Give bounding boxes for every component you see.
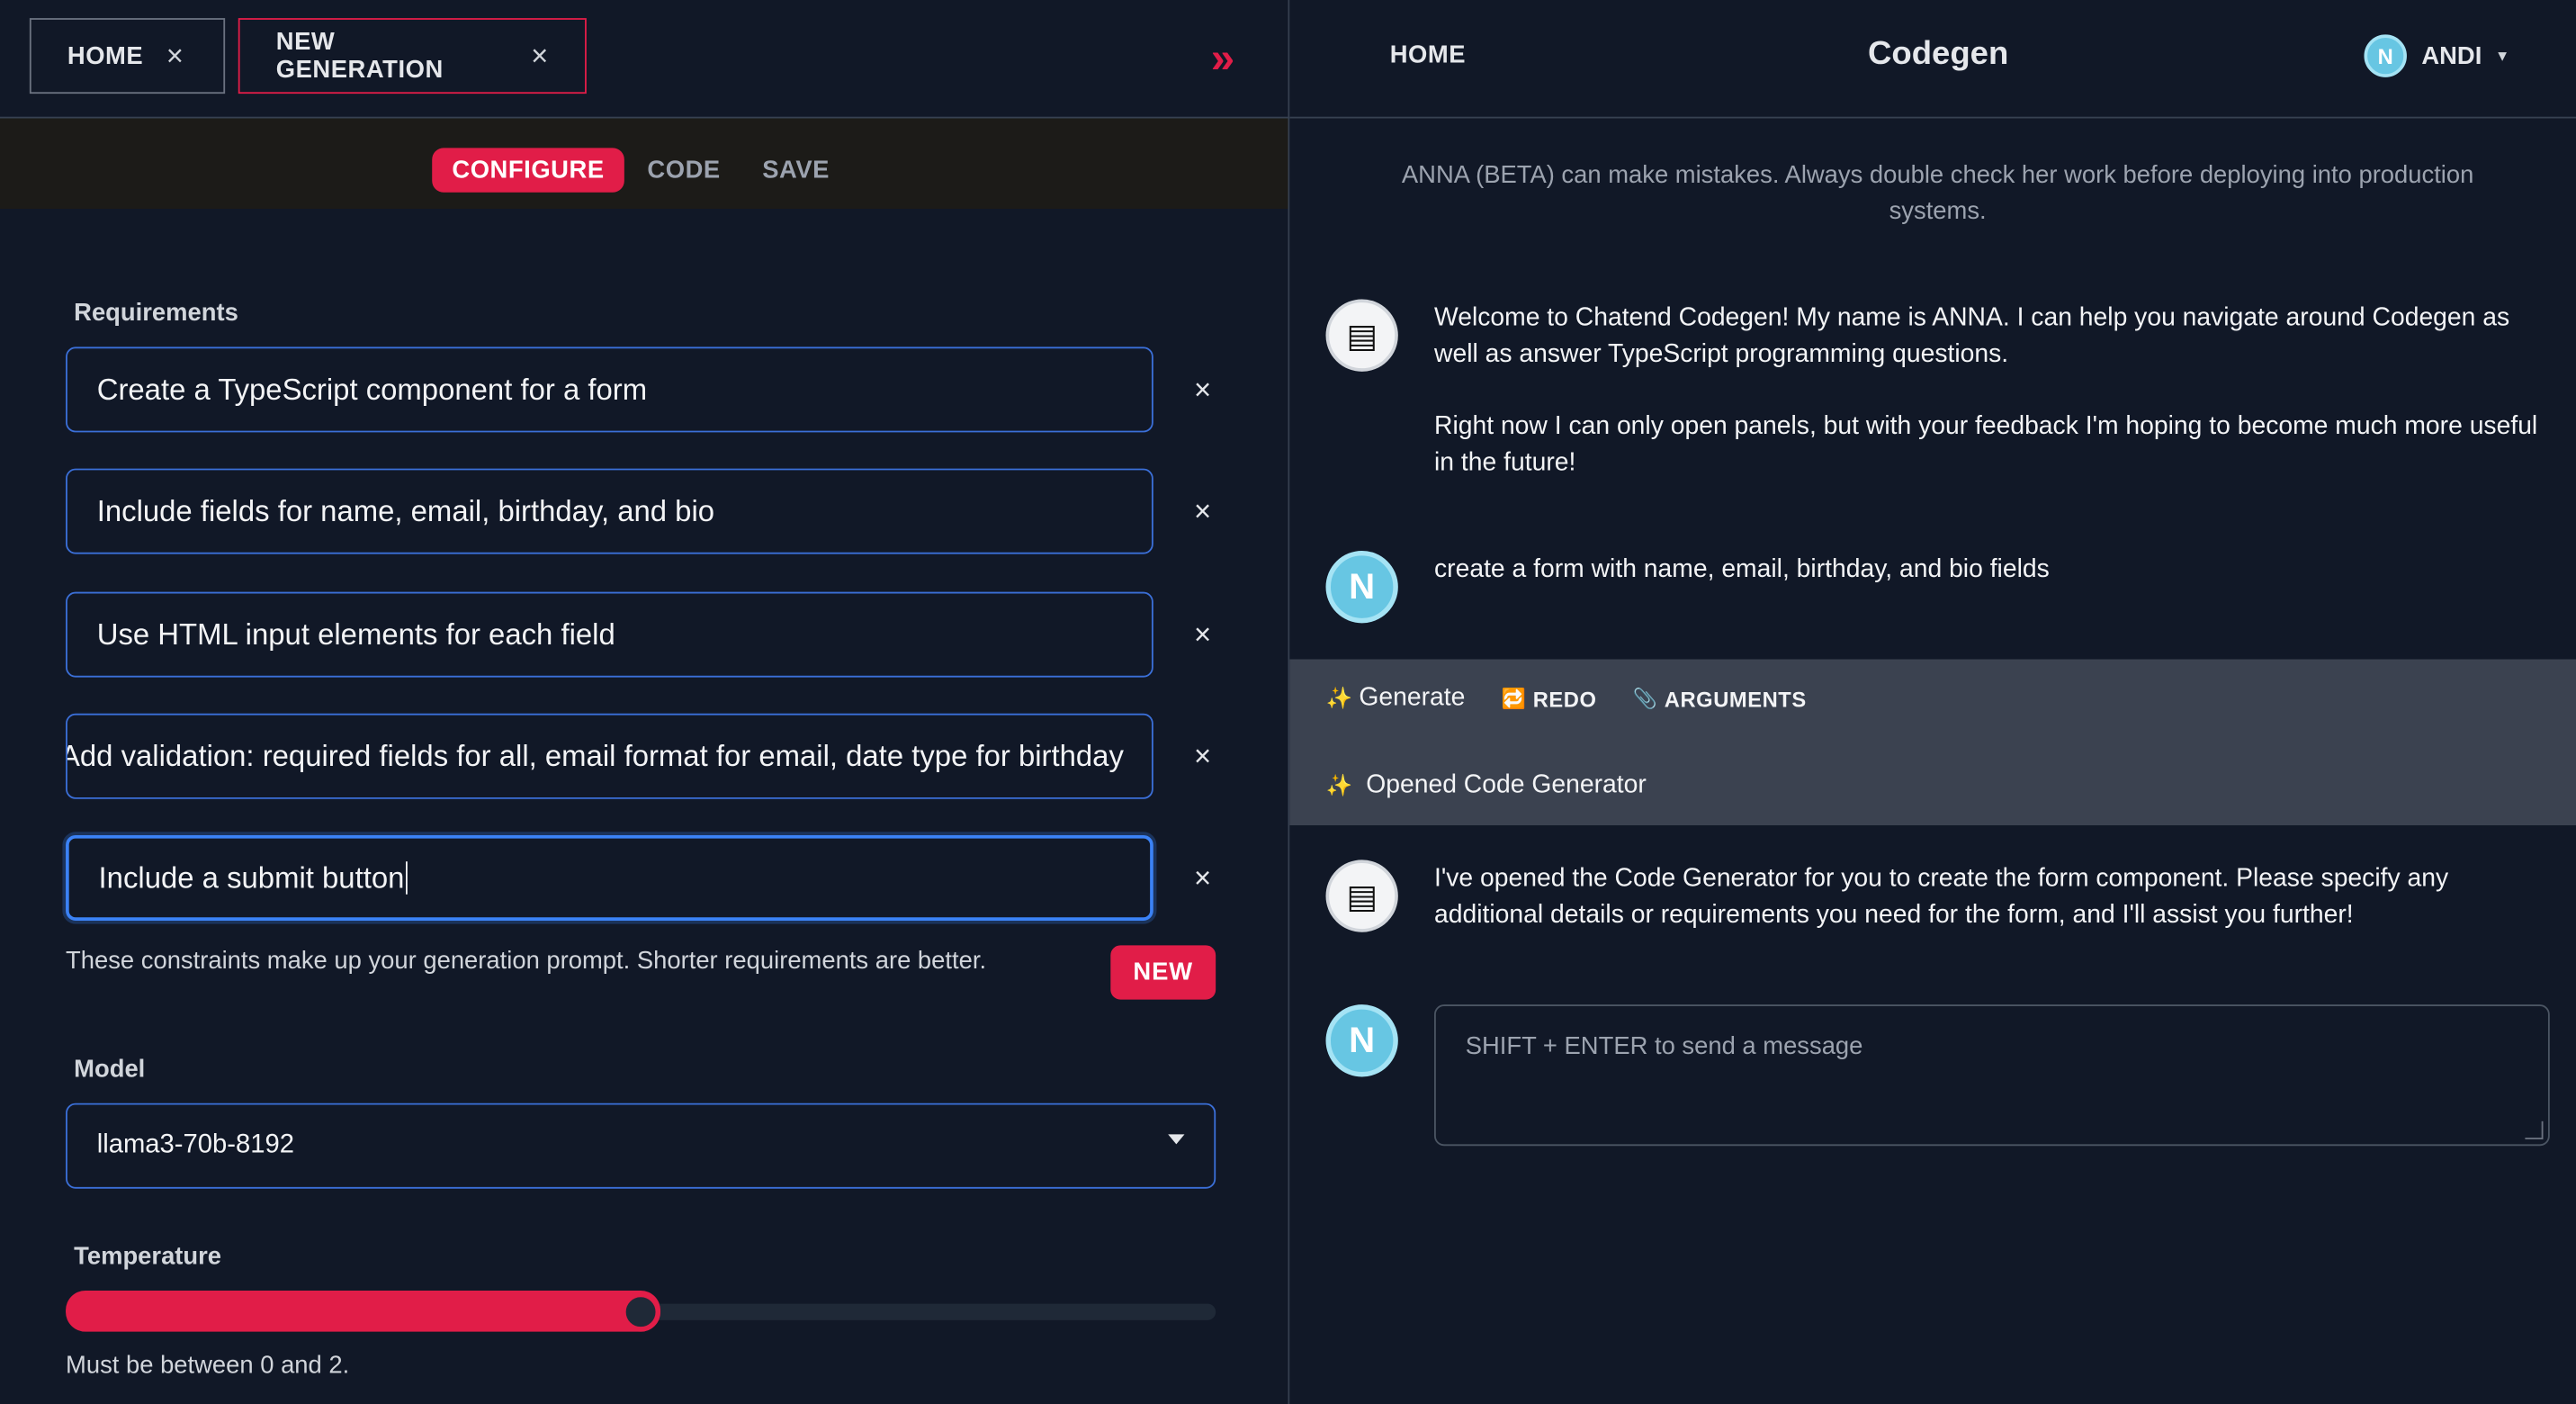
model-select[interactable]: llama3-70b-8192 [66,1102,1216,1189]
requirement-input[interactable]: Create a TypeScript component for a form [66,346,1153,433]
bot-avatar-icon: ▤ [1325,860,1398,932]
close-icon[interactable]: × [166,39,184,73]
user-name: ANDI [2421,41,2482,70]
bot-avatar-icon: ▤ [1325,299,1398,372]
avatar: N [2364,34,2407,77]
message-input-placeholder: SHIFT + ENTER to send a message [1465,1032,1863,1061]
remove-requirement-icon[interactable]: × [1186,740,1219,773]
configure-panel: HOME × NEW GENERATION × » CONFIGURE CODE… [0,0,1288,1404]
chat-panel: HOME Codegen N ANDI ▼ ANNA (BETA) can ma… [1289,0,2576,1404]
step-nav: CONFIGURE CODE SAVE [0,118,1288,209]
chat-header: HOME Codegen N ANDI ▼ [1289,0,2576,119]
remove-requirement-icon[interactable]: × [1186,495,1219,528]
temperature-slider[interactable] [66,1290,1216,1332]
user-avatar-icon: N [1325,550,1398,624]
disclaimer-text: ANNA (BETA) can make mistakes. Always do… [1401,161,2474,226]
requirement-input[interactable]: Include a submit button [66,834,1153,921]
page-title: Codegen [1868,36,2009,73]
tab-new-generation[interactable]: NEW GENERATION × [238,18,587,94]
sparkle-icon: ✨ [1325,685,1353,711]
redo-icon: 🔁 [1501,687,1527,711]
user-avatar-icon: N [1325,1004,1398,1077]
requirement-input[interactable]: Add validation: required fields for all,… [66,713,1153,799]
close-icon[interactable]: × [531,39,549,73]
tool-generate-label: Generate [1359,683,1466,712]
requirements-hint: These constraints make up your generatio… [66,947,987,976]
resize-handle-icon[interactable] [2525,1120,2544,1139]
text-caret [406,861,408,895]
requirement-input[interactable]: Use HTML input elements for each field [66,591,1153,678]
tab-new-generation-label: NEW GENERATION [275,28,444,85]
tab-bar: HOME × NEW GENERATION × » [0,0,1288,119]
tab-home[interactable]: HOME × [29,18,226,94]
home-link[interactable]: HOME [1390,41,1466,69]
user-menu[interactable]: N ANDI ▼ [2364,34,2510,77]
message-text: Right now I can only open panels, but wi… [1434,412,2538,477]
chevron-down-icon: ▼ [2494,47,2510,65]
remove-requirement-icon[interactable]: × [1186,861,1219,895]
requirements-label: Requirements [74,299,238,328]
arguments-button[interactable]: 📎 ARGUMENTS [1633,687,1807,711]
new-requirement-button[interactable]: NEW [1110,945,1216,1000]
redo-button[interactable]: 🔁 REDO [1502,687,1597,711]
tool-call-block: ✨ Generate 🔁 REDO 📎 ARGUMENTS ✨ Opened Cod… [1289,659,2576,826]
paperclip-icon: 📎 [1632,687,1658,711]
assistant-message: I've opened the Code Generator for you t… [1434,864,2449,930]
user-message: create a form with name, email, birthday… [1434,555,2050,584]
message-text: Welcome to Chatend Codegen! My name is A… [1434,303,2510,369]
message-input[interactable]: SHIFT + ENTER to send a message [1434,1004,2550,1147]
remove-requirement-icon[interactable]: × [1186,618,1219,652]
collapse-panel-icon[interactable]: » [1211,33,1234,85]
model-value: llama3-70b-8192 [96,1130,294,1159]
chevron-down-icon [1168,1134,1185,1145]
sparkle-icon: ✨ [1325,772,1353,797]
requirement-input[interactable]: Include fields for name, email, birthday… [66,468,1153,554]
tool-call-header: ✨ Generate 🔁 REDO 📎 ARGUMENTS [1326,684,1807,714]
code-step-button[interactable]: CODE [647,148,720,192]
temperature-label: Temperature [74,1242,222,1272]
tab-home-label: HOME [67,41,144,70]
assistant-message: Welcome to Chatend Codegen! My name is A… [1434,301,2543,518]
configure-step-button[interactable]: CONFIGURE [432,148,624,193]
slider-fill [66,1290,661,1332]
temperature-hint: Must be between 0 and 2. [66,1351,350,1380]
save-step-button[interactable]: SAVE [762,148,830,192]
tool-result: ✨ Opened Code Generator [1326,771,1647,801]
slider-thumb[interactable] [621,1292,661,1332]
tool-result-label: Opened Code Generator [1366,770,1647,799]
remove-requirement-icon[interactable]: × [1186,374,1219,407]
model-label: Model [74,1055,146,1084]
